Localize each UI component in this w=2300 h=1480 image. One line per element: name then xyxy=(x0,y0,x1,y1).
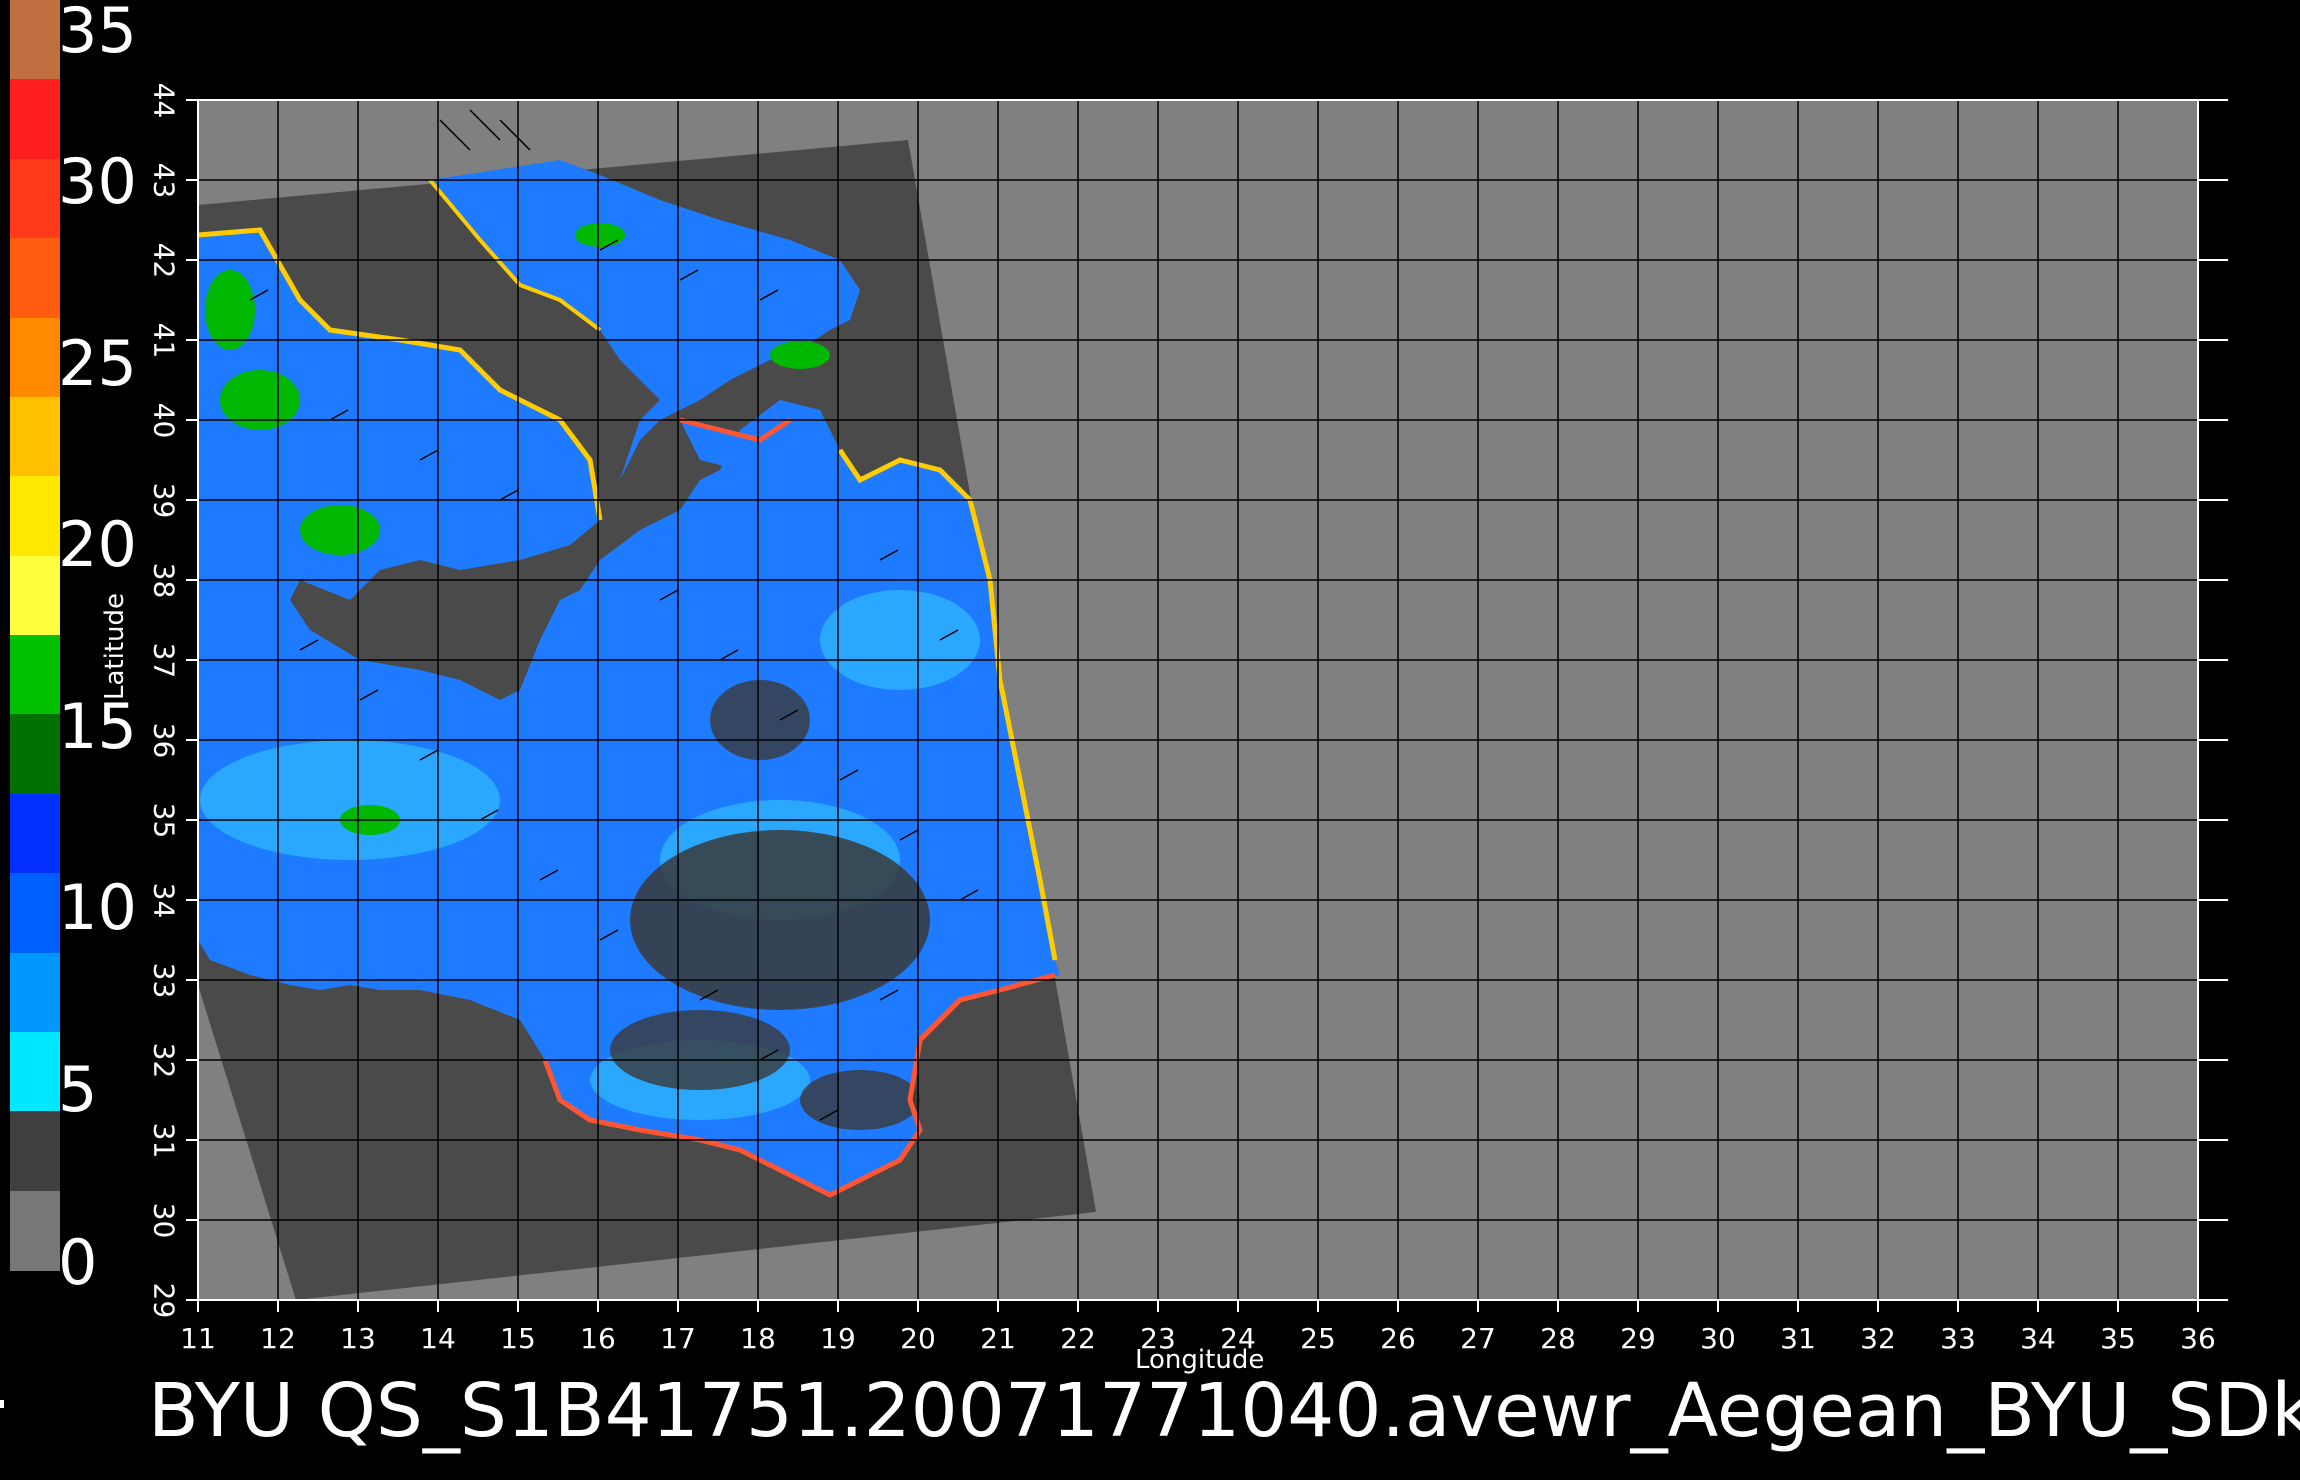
x-tick-label: 27 xyxy=(1460,1322,1496,1355)
y-tick-label: 43 xyxy=(147,162,181,199)
x-tick-label: 12 xyxy=(260,1322,296,1355)
x-tick-label: 36 xyxy=(2180,1322,2216,1355)
x-tick-label: 22 xyxy=(1060,1322,1096,1355)
colorbar-label: 30 xyxy=(58,145,137,219)
y-tick-label: 39 xyxy=(147,482,181,519)
x-tick-label: 34 xyxy=(2020,1322,2056,1355)
y-axis-label: Latitude xyxy=(100,592,130,700)
edge-marker xyxy=(0,1400,4,1408)
y-tick-label: 44 xyxy=(147,82,181,119)
x-tick-label: 30 xyxy=(1700,1322,1736,1355)
y-tick-label: 38 xyxy=(147,562,181,599)
x-tick-label: 29 xyxy=(1620,1322,1656,1355)
x-tick-label: 21 xyxy=(980,1322,1016,1355)
colorbar-segment xyxy=(10,396,60,478)
x-tick-label: 19 xyxy=(820,1322,856,1355)
map-plot xyxy=(186,99,2228,1312)
y-tick-label: 35 xyxy=(147,802,181,839)
colorbar-segment xyxy=(10,555,60,636)
x-tick-label: 28 xyxy=(1540,1322,1576,1355)
y-tick-label: 41 xyxy=(147,322,181,359)
y-tick-label: 37 xyxy=(147,642,181,679)
colorbar-segment xyxy=(10,317,60,398)
colorbar-segment xyxy=(10,79,60,160)
x-tick-label: 32 xyxy=(1860,1322,1896,1355)
x-tick-label: 14 xyxy=(420,1322,456,1355)
x-tick-label: 11 xyxy=(180,1322,216,1355)
x-tick-label: 31 xyxy=(1780,1322,1816,1355)
x-tick-label: 13 xyxy=(340,1322,376,1355)
colorbar-segment xyxy=(10,635,60,716)
colorbar-segment xyxy=(10,1190,60,1271)
x-tick-label: 26 xyxy=(1380,1322,1416,1355)
colorbar-label: 5 xyxy=(58,1052,98,1126)
colorbar-segment xyxy=(10,952,60,1033)
y-tick-label: 30 xyxy=(147,1202,181,1239)
y-tick-label: 33 xyxy=(147,962,181,999)
colorbar-label: 25 xyxy=(58,326,137,400)
colorbar-segment xyxy=(10,0,60,81)
y-tick-label: 40 xyxy=(147,402,181,439)
colorbar-segment xyxy=(10,476,60,557)
colorbar-segment xyxy=(10,793,60,875)
x-tick-label: 17 xyxy=(660,1322,696,1355)
y-tick-label: 42 xyxy=(147,242,181,279)
colorbar-label: 15 xyxy=(58,689,137,763)
colorbar-segment xyxy=(10,158,60,240)
colorbar-label: 0 xyxy=(58,1226,98,1299)
x-tick-label: 15 xyxy=(500,1322,536,1355)
colorbar-segment xyxy=(10,1111,60,1192)
colorbar-label: 10 xyxy=(58,871,137,945)
x-tick-label: 25 xyxy=(1300,1322,1336,1355)
colorbar-segment xyxy=(10,873,60,954)
y-tick-label: 29 xyxy=(147,1282,181,1319)
y-tick-label: 32 xyxy=(147,1042,181,1079)
y-tick-label: 31 xyxy=(147,1122,181,1159)
colorbar-segment xyxy=(10,1031,60,1113)
colorbar-segment xyxy=(10,238,60,319)
y-tick-label: 36 xyxy=(147,722,181,759)
y-tick-label: 34 xyxy=(147,882,181,919)
product-id-title: BYU QS_S1B41751.20071771040.avewr_Aegean… xyxy=(148,1368,2300,1454)
colorbar-label: 35 xyxy=(58,0,137,67)
x-tick-label: 16 xyxy=(580,1322,616,1355)
x-tick-label: 20 xyxy=(900,1322,936,1355)
x-tick-label: 33 xyxy=(1940,1322,1976,1355)
colorbar xyxy=(10,0,60,1271)
colorbar-label: 20 xyxy=(58,508,137,582)
x-tick-label: 18 xyxy=(740,1322,776,1355)
colorbar-segment xyxy=(10,714,60,795)
x-tick-label: 35 xyxy=(2100,1322,2136,1355)
